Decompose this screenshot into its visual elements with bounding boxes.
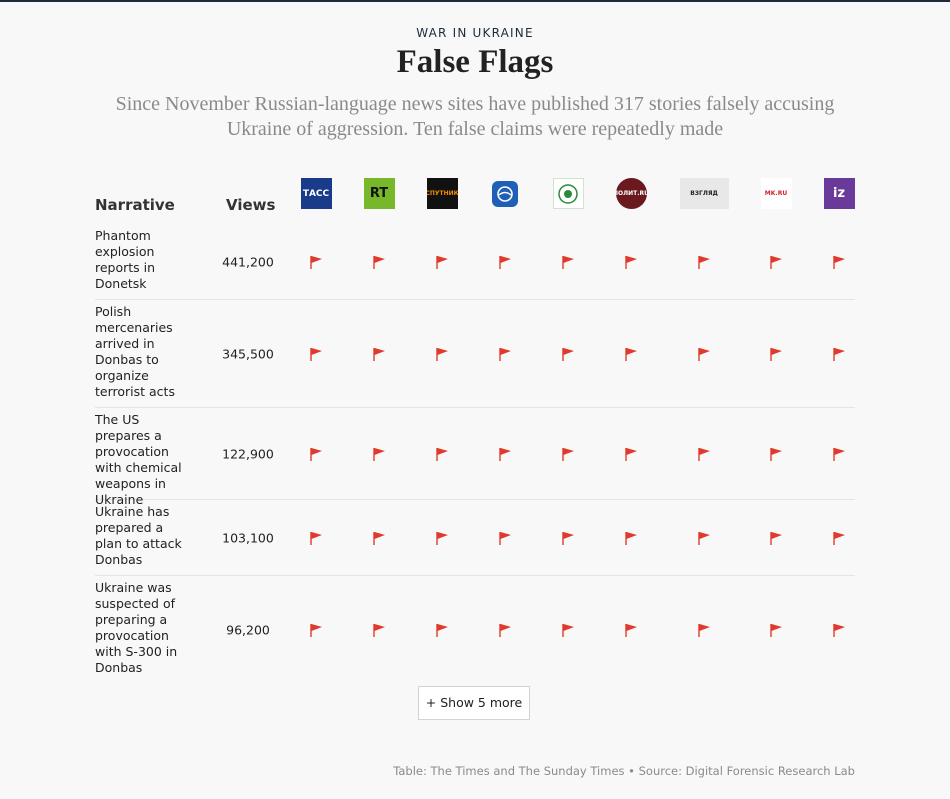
- red-flag-icon: [434, 622, 450, 638]
- red-flag-icon: [768, 530, 784, 546]
- iz-logo: iz: [823, 178, 855, 209]
- red-flag-icon: [308, 346, 324, 362]
- red-flag-icon: [497, 446, 513, 462]
- vzglyad-logo: ВЗГЛЯД: [679, 178, 729, 209]
- narrative-cell: Ukraine has prepared a plan to attack Do…: [95, 504, 182, 567]
- false-flags-table: Narrative Views ТАСС RT СПУТНИК ПОЛИТ.RU ВЗГ…: [95, 172, 855, 684]
- red-flag-icon: [560, 346, 576, 362]
- red-flag-icon: [308, 530, 324, 546]
- table-row: Ukraine has prepared a plan to attack Do…: [95, 500, 855, 576]
- rt-logo-text: RT: [369, 186, 389, 201]
- red-flag-icon: [768, 254, 784, 270]
- red-flag-icon: [623, 530, 639, 546]
- red-flag-icon: [623, 254, 639, 270]
- red-flag-icon: [696, 446, 712, 462]
- iz-logo-text: iz: [832, 186, 846, 201]
- table-row: Polish mercenaries arrived in Donbas to …: [95, 300, 855, 408]
- vzglyad-logo-text: ВЗГЛЯД: [690, 190, 718, 197]
- narrative-cell: Polish mercenaries arrived in Donbas to …: [95, 304, 175, 399]
- red-flag-icon: [371, 446, 387, 462]
- red-flag-icon: [308, 622, 324, 638]
- views-cell: 441,200: [222, 254, 274, 269]
- red-flag-icon: [831, 346, 847, 362]
- red-flag-icon: [308, 446, 324, 462]
- sputnik-logo-text: СПУТНИК: [426, 190, 458, 197]
- red-flag-icon: [768, 622, 784, 638]
- page-title: False Flags: [396, 44, 554, 80]
- show-more-button[interactable]: + Show 5 more: [418, 686, 530, 720]
- table-header: Narrative Views ТАСС RT СПУТНИК ПОЛИТ.RU ВЗГ…: [95, 172, 855, 224]
- red-flag-icon: [560, 530, 576, 546]
- red-flag-icon: [696, 622, 712, 638]
- page-subtitle: Since November Russian-language news sit…: [115, 93, 835, 140]
- red-flag-icon: [831, 446, 847, 462]
- red-flag-icon: [497, 622, 513, 638]
- red-flag-icon: [434, 446, 450, 462]
- red-flag-icon: [497, 254, 513, 270]
- red-flag-icon: [371, 530, 387, 546]
- red-flag-icon: [831, 530, 847, 546]
- ria-logo: [492, 181, 518, 207]
- section-kicker: WAR IN UKRAINE: [416, 26, 534, 40]
- red-flag-icon: [696, 346, 712, 362]
- red-flag-icon: [623, 446, 639, 462]
- red-flag-icon: [434, 346, 450, 362]
- dark-round-logo: ПОЛИТ.RU: [615, 178, 647, 209]
- narrative-cell: The US prepares a provocation with chemi…: [95, 412, 182, 507]
- mk-logo: MK.RU: [760, 178, 792, 209]
- table-row: Phantom explosion reports in Donetsk 441,…: [95, 224, 855, 300]
- views-cell: 96,200: [226, 622, 270, 638]
- red-flag-icon: [560, 254, 576, 270]
- dark-round-logo-text: ПОЛИТ.RU: [615, 190, 647, 197]
- red-flag-icon: [497, 530, 513, 546]
- red-flag-icon: [831, 622, 847, 638]
- table-row: Ukraine was suspected of preparing a pro…: [95, 576, 855, 684]
- narrative-column-header: Narrative: [95, 196, 175, 214]
- red-flag-icon: [560, 446, 576, 462]
- red-flag-icon: [768, 446, 784, 462]
- tass-logo: ТАСС: [300, 178, 332, 209]
- views-cell: 103,100: [222, 530, 274, 545]
- red-flag-icon: [434, 530, 450, 546]
- red-flag-icon: [560, 622, 576, 638]
- views-cell: 345,500: [222, 346, 274, 361]
- table-row: The US prepares a provocation with chemi…: [95, 408, 855, 507]
- red-flag-icon: [371, 254, 387, 270]
- emblem-logo: [552, 178, 584, 209]
- red-flag-icon: [308, 254, 324, 270]
- red-flag-icon: [371, 622, 387, 638]
- mk-logo-text: MK.RU: [764, 190, 788, 197]
- tass-logo-text: ТАСС: [302, 188, 330, 199]
- red-flag-icon: [696, 254, 712, 270]
- narrative-cell: Ukraine was suspected of preparing a pro…: [95, 580, 178, 675]
- source-credit: Table: The Times and The Sunday Times • …: [393, 764, 855, 778]
- red-flag-icon: [434, 254, 450, 270]
- red-flag-icon: [497, 346, 513, 362]
- views-cell: 122,900: [222, 446, 274, 461]
- views-column-header: Views: [226, 196, 276, 214]
- rt-logo: RT: [363, 178, 395, 209]
- red-flag-icon: [623, 346, 639, 362]
- sputnik-logo: СПУТНИК: [426, 178, 458, 209]
- narrative-cell: Phantom explosion reports in Donetsk: [95, 228, 156, 291]
- red-flag-icon: [831, 254, 847, 270]
- red-flag-icon: [696, 530, 712, 546]
- red-flag-icon: [768, 346, 784, 362]
- red-flag-icon: [623, 622, 639, 638]
- red-flag-icon: [371, 346, 387, 362]
